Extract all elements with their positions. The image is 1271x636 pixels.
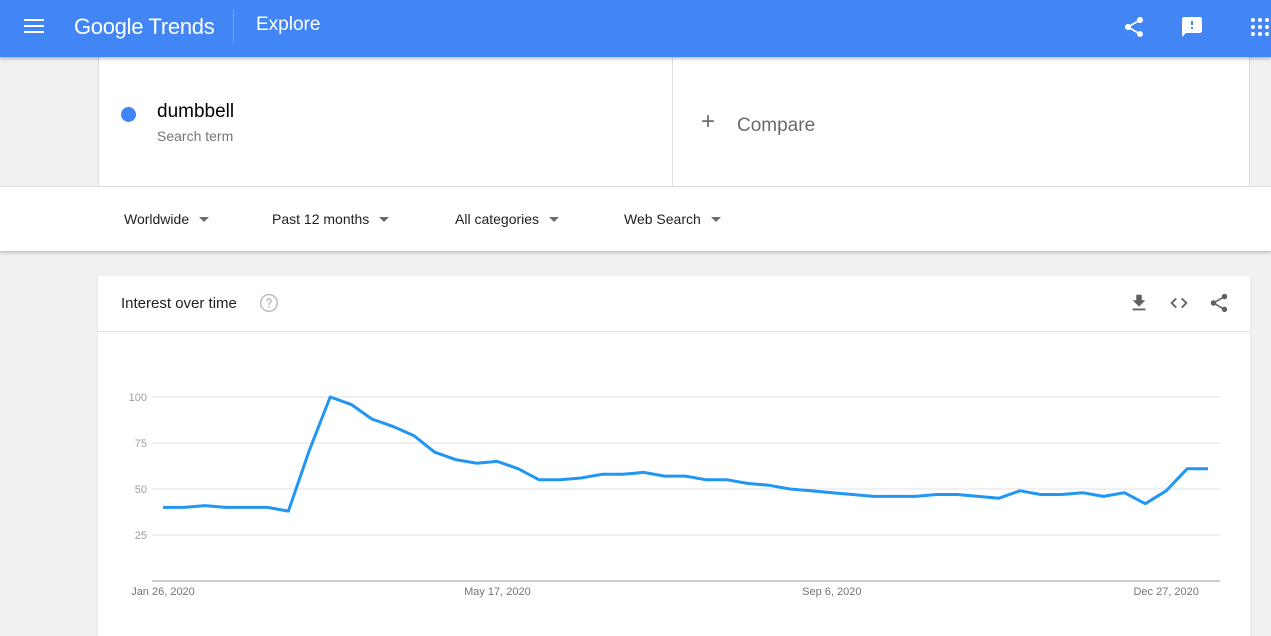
app-logo[interactable]: Google Trends [74, 14, 214, 40]
filter-bar: Worldwide Past 12 months All categories … [0, 186, 1271, 251]
page-title: Explore [256, 14, 320, 36]
chevron-down-icon [199, 217, 209, 222]
search-term-card[interactable]: dumbbell Search term [98, 57, 673, 186]
chevron-down-icon [549, 217, 559, 222]
chevron-down-icon [379, 217, 389, 222]
filter-location-label: Worldwide [124, 211, 189, 227]
plus-icon: + [701, 110, 715, 134]
interest-over-time-card: Interest over time [98, 276, 1250, 636]
download-icon[interactable] [1128, 292, 1150, 314]
filter-search-type-label: Web Search [624, 211, 701, 227]
filter-category[interactable]: All categories [455, 211, 559, 227]
term-color-dot [121, 107, 136, 122]
compare-button[interactable]: + Compare [673, 57, 1250, 186]
top-app-bar: Google Trends Explore [0, 0, 1271, 57]
search-term-name[interactable]: dumbbell [157, 101, 234, 123]
share-icon[interactable] [1122, 15, 1146, 39]
share-icon[interactable] [1208, 292, 1230, 314]
card-title: Interest over time [121, 295, 237, 312]
apps-grid-icon[interactable] [1248, 15, 1271, 39]
filter-time-label: Past 12 months [272, 211, 369, 227]
card-header: Interest over time [98, 276, 1250, 332]
chevron-down-icon [711, 217, 721, 222]
menu-icon[interactable] [24, 19, 46, 37]
filter-location[interactable]: Worldwide [124, 211, 209, 227]
feedback-icon[interactable] [1180, 15, 1204, 39]
filter-category-label: All categories [455, 211, 539, 227]
filter-time-range[interactable]: Past 12 months [272, 211, 389, 227]
filter-search-type[interactable]: Web Search [624, 211, 721, 227]
compare-label: Compare [737, 115, 815, 137]
divider [233, 10, 234, 43]
help-icon[interactable] [259, 293, 279, 313]
search-term-type: Search term [157, 128, 233, 144]
embed-code-icon[interactable] [1168, 292, 1190, 314]
